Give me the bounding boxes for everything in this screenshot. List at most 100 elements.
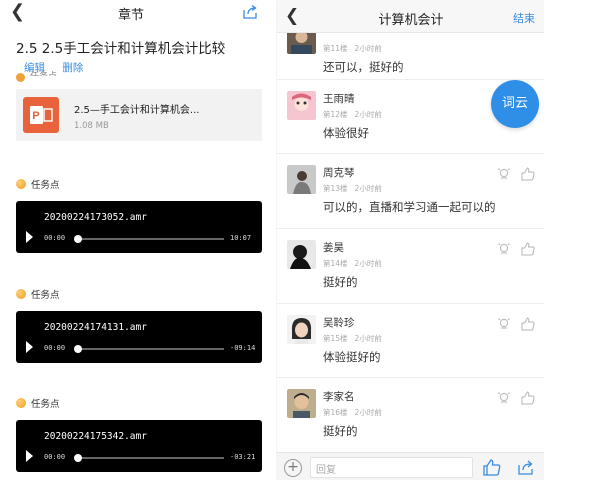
current-time: 00:00 bbox=[44, 344, 66, 352]
ppt-file-icon: P bbox=[23, 97, 59, 133]
page-title: 2.5 2.5手工会计和计算机会计比较 bbox=[16, 41, 226, 57]
comment-actions bbox=[498, 391, 535, 405]
task-dot-icon bbox=[16, 289, 26, 299]
comment-text: 体验很好 bbox=[323, 126, 369, 140]
add-icon[interactable]: + bbox=[284, 459, 302, 477]
duration: -03:21 bbox=[230, 453, 256, 461]
comment-item: 吴聆珍 第15楼 2小时前 体验挺好的 bbox=[277, 304, 544, 378]
comment-item: 周克琴 第13楼 2小时前 可以的，直播和学习通一起可以的 bbox=[277, 154, 544, 229]
duration: 10:07 bbox=[230, 234, 252, 242]
task-point: 任务点 20200224174131.amr 00:00 -09:14 bbox=[16, 287, 262, 363]
task-dot-icon bbox=[16, 398, 26, 408]
comment-meta: 第16楼 2小时前 bbox=[323, 407, 382, 418]
like-icon[interactable] bbox=[521, 167, 535, 181]
audio-player[interactable]: 20200224173052.amr 00:00 10:07 bbox=[16, 201, 262, 253]
share-icon[interactable] bbox=[517, 459, 534, 476]
task-label: 任务点 bbox=[31, 399, 60, 410]
like-icon[interactable] bbox=[521, 391, 535, 405]
comment-author: 李家名 bbox=[323, 391, 355, 403]
share-icon[interactable] bbox=[242, 4, 258, 20]
play-icon[interactable] bbox=[26, 231, 33, 243]
play-icon[interactable] bbox=[26, 450, 33, 462]
duration: -09:14 bbox=[230, 344, 256, 352]
current-time: 00:00 bbox=[44, 453, 66, 461]
comment-author: 王雨晴 bbox=[323, 93, 355, 105]
comment-time: 2小时前 bbox=[354, 110, 382, 119]
avatar[interactable] bbox=[287, 389, 316, 418]
like-icon[interactable] bbox=[521, 317, 535, 331]
reply-input[interactable] bbox=[311, 461, 472, 480]
progress-knob[interactable] bbox=[74, 345, 82, 353]
comment-meta: 第15楼 2小时前 bbox=[323, 333, 382, 344]
comment-actions bbox=[498, 242, 535, 256]
comment-item: 姜昊 第14楼 2小时前 挺好的 bbox=[277, 229, 544, 304]
floor-number: 第12楼 bbox=[323, 110, 348, 119]
progress-knob[interactable] bbox=[74, 454, 82, 462]
progress-track[interactable] bbox=[74, 345, 224, 353]
floor-number: 第16楼 bbox=[323, 408, 348, 417]
like-icon[interactable] bbox=[483, 459, 501, 476]
reward-icon[interactable] bbox=[498, 318, 510, 329]
comment-time: 2小时前 bbox=[354, 44, 382, 53]
audio-file-name: 20200224173052.amr bbox=[44, 212, 147, 223]
file-size: 1.08 MB bbox=[74, 121, 109, 131]
avatar[interactable] bbox=[287, 91, 316, 120]
task-dot-icon bbox=[16, 73, 25, 82]
word-cloud-button[interactable]: 词云 bbox=[491, 80, 539, 128]
task-dot-icon bbox=[16, 179, 26, 189]
avatar[interactable] bbox=[287, 315, 316, 344]
reward-icon[interactable] bbox=[498, 243, 510, 254]
avatar[interactable] bbox=[287, 240, 316, 269]
comment-text: 还可以，挺好的 bbox=[323, 60, 404, 74]
svg-text:P: P bbox=[32, 110, 39, 122]
comment-text: 可以的，直播和学习通一起可以的 bbox=[323, 200, 496, 214]
reply-field[interactable] bbox=[310, 457, 473, 480]
comment-actions bbox=[498, 317, 535, 331]
file-name: 2.5—手工会计和计算机会... bbox=[74, 105, 200, 116]
audio-file-name: 20200224175342.amr bbox=[44, 431, 147, 442]
header-title: 计算机会计 bbox=[378, 13, 444, 28]
comment-text: 挺好的 bbox=[323, 424, 358, 438]
comment-author: 周克琴 bbox=[323, 167, 355, 179]
task-point: 任务点 20200224173052.amr 00:00 10:07 bbox=[16, 177, 262, 253]
current-time: 00:00 bbox=[44, 234, 66, 242]
comment-time: 2小时前 bbox=[354, 184, 382, 193]
header-title: 章节 bbox=[117, 8, 144, 23]
task-label: 任务点 bbox=[31, 290, 60, 301]
audio-file-name: 20200224174131.amr bbox=[44, 322, 147, 333]
reward-icon[interactable] bbox=[498, 392, 510, 403]
delete-link[interactable]: 删除 bbox=[62, 62, 83, 74]
discussion-screen: 第11楼 2小时前 还可以，挺好的 王雨晴 第12楼 2小时前 体验很好 周克琴 第… bbox=[276, 0, 544, 480]
end-button[interactable]: 结束 bbox=[513, 10, 535, 26]
audio-player[interactable]: 20200224174131.amr 00:00 -09:14 bbox=[16, 311, 262, 363]
task-label-partial: 任务点 bbox=[30, 71, 57, 76]
floor-number: 第13楼 bbox=[323, 184, 348, 193]
reward-icon[interactable] bbox=[498, 168, 510, 179]
floor-number: 第11楼 bbox=[323, 44, 348, 53]
comment-meta: 第12楼 2小时前 bbox=[323, 109, 382, 120]
comment-meta: 第14楼 2小时前 bbox=[323, 258, 382, 269]
play-icon[interactable] bbox=[26, 341, 33, 353]
comment-author: 姜昊 bbox=[323, 242, 344, 254]
comment-text: 挺好的 bbox=[323, 275, 358, 289]
chapter-screen: ❮ 章节 2.5 2.5手工会计和计算机会计比较 编辑 删除 任务点 P 2.5… bbox=[0, 0, 262, 480]
progress-track[interactable] bbox=[74, 454, 224, 462]
task-point: 任务点 20200224175342.amr 00:00 -03:21 bbox=[16, 396, 262, 472]
chapter-header: ❮ 章节 bbox=[0, 0, 262, 26]
reply-bar: + bbox=[277, 452, 544, 480]
discussion-header: ❮ 计算机会计 结束 bbox=[277, 0, 544, 33]
comment-item: 李家名 第16楼 2小时前 挺好的 bbox=[277, 378, 544, 452]
comment-meta: 第13楼 2小时前 bbox=[323, 183, 382, 194]
comment-time: 2小时前 bbox=[354, 408, 382, 417]
comment-time: 2小时前 bbox=[354, 259, 382, 268]
like-icon[interactable] bbox=[521, 242, 535, 256]
audio-player[interactable]: 20200224175342.amr 00:00 -03:21 bbox=[16, 420, 262, 472]
comment-actions bbox=[498, 167, 535, 181]
comment-text: 体验挺好的 bbox=[323, 350, 381, 364]
ppt-attachment[interactable]: P 2.5—手工会计和计算机会... 1.08 MB bbox=[16, 89, 262, 141]
floor-number: 第15楼 bbox=[323, 334, 348, 343]
floor-number: 第14楼 bbox=[323, 259, 348, 268]
progress-knob[interactable] bbox=[74, 235, 82, 243]
progress-track[interactable] bbox=[74, 235, 224, 243]
avatar[interactable] bbox=[287, 165, 316, 194]
